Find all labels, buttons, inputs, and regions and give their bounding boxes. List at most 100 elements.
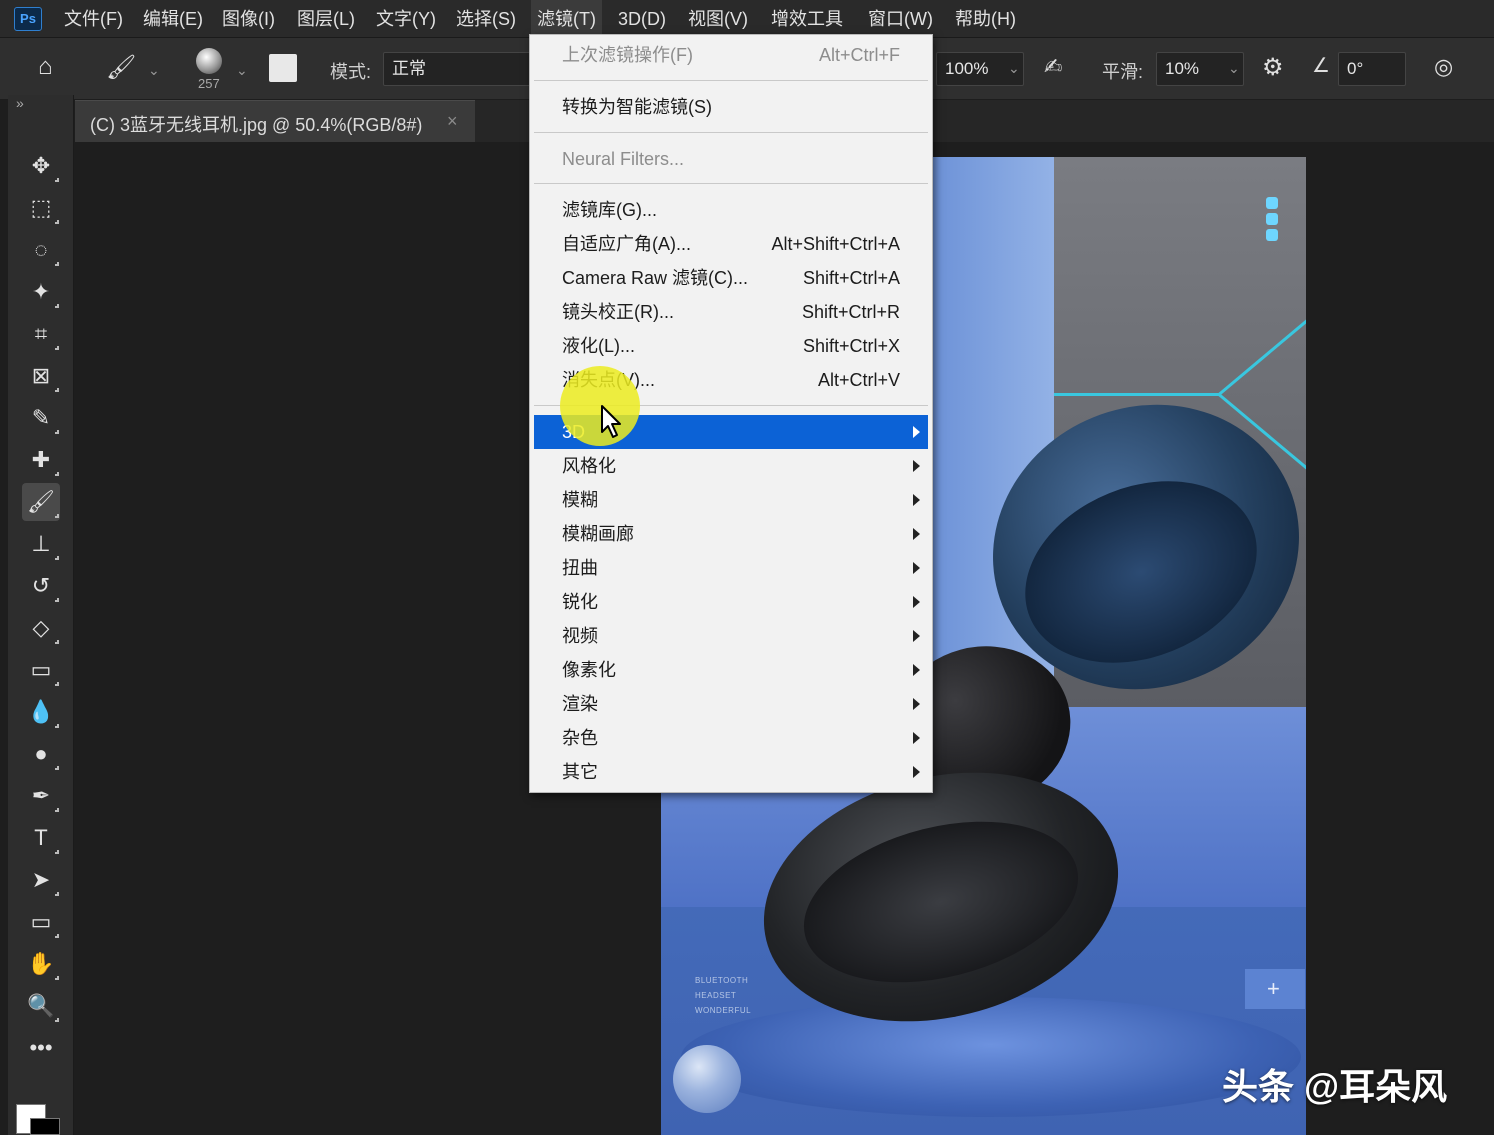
filter-menu-item-shortcut: Alt+Shift+Ctrl+A: [771, 234, 900, 254]
menu-help[interactable]: 帮助(H): [949, 0, 1022, 38]
canvas-plus-badge: +: [1245, 969, 1305, 1009]
submenu-arrow-icon: [913, 426, 920, 438]
eraser-tool-icon[interactable]: ◇: [22, 609, 60, 647]
more-tools-icon[interactable]: •••: [22, 1029, 60, 1067]
dodge-tool-icon[interactable]: ●: [22, 735, 60, 773]
filter-menu-item-label: 锐化: [562, 592, 598, 612]
filter-menu-item-label: 镜头校正(R)...: [562, 302, 674, 322]
menu-filter[interactable]: 滤镜(T): [531, 0, 602, 38]
mouse-cursor-icon: [601, 405, 621, 438]
pressure-size-icon[interactable]: ◎: [1434, 56, 1453, 78]
brush-preview-icon[interactable]: [196, 48, 222, 74]
healing-brush-tool-icon[interactable]: ✚: [22, 441, 60, 479]
chevron-down-icon[interactable]: ⌄: [148, 62, 160, 79]
submenu-arrow-icon: [913, 494, 920, 506]
move-tool-icon[interactable]: ✥: [22, 147, 60, 185]
home-icon[interactable]: ⌂: [38, 55, 53, 79]
filter-menu-item[interactable]: 模糊画廊: [534, 517, 928, 551]
tool-group-indicator: [55, 304, 59, 308]
menu-layer[interactable]: 图层(L): [291, 0, 361, 38]
zoom-tool-icon[interactable]: 🔍: [22, 987, 60, 1025]
crop-tool-icon[interactable]: ⌗: [22, 315, 60, 353]
filter-menu-item[interactable]: 渲染: [534, 687, 928, 721]
clone-stamp-tool-icon[interactable]: ⊥: [22, 525, 60, 563]
smoothing-label: 平滑:: [1102, 62, 1144, 82]
filter-menu-item[interactable]: 杂色: [534, 721, 928, 755]
chevron-down-icon[interactable]: ⌄: [236, 62, 248, 79]
close-icon[interactable]: ×: [447, 111, 458, 132]
collapse-toolbox-icon[interactable]: »: [16, 95, 24, 111]
filter-menu-item-label: Camera Raw 滤镜(C)...: [562, 268, 749, 288]
filter-menu-item-shortcut: Alt+Ctrl+F: [818, 45, 900, 65]
filter-menu-item-shortcut: Shift+Ctrl+X: [802, 336, 900, 356]
gradient-tool-icon[interactable]: ▭: [22, 651, 60, 689]
tool-group-indicator: [55, 724, 59, 728]
brush-settings-panel-icon[interactable]: [269, 54, 297, 82]
menu-3d[interactable]: 3D(D): [612, 0, 672, 38]
history-brush-tool-icon[interactable]: ↺: [22, 567, 60, 605]
chevron-down-icon[interactable]: ⌄: [1228, 60, 1240, 77]
filter-menu-item[interactable]: 滤镜库(G)...: [534, 193, 928, 227]
menu-separator: [534, 80, 928, 81]
blend-mode-select[interactable]: 正常: [383, 52, 533, 86]
filter-menu-item-label: 像素化: [562, 660, 616, 680]
tool-group-indicator: [55, 262, 59, 266]
filter-menu-item[interactable]: 模糊: [534, 483, 928, 517]
filter-menu-item[interactable]: 其它: [534, 755, 928, 789]
filter-menu-item[interactable]: 像素化: [534, 653, 928, 687]
filter-menu-item-label: 模糊: [562, 490, 598, 510]
tool-group-indicator: [55, 682, 59, 686]
filter-menu-item[interactable]: 视频: [534, 619, 928, 653]
menu-plugins[interactable]: 增效工具: [765, 0, 849, 38]
filter-menu-item-shortcut: Shift+Ctrl+A: [802, 268, 900, 288]
filter-menu-item[interactable]: 扭曲: [534, 551, 928, 585]
chevron-down-icon[interactable]: ⌄: [1008, 60, 1020, 77]
filter-menu-item[interactable]: 自适应广角(A)... Alt+Shift+Ctrl+A: [534, 227, 928, 261]
submenu-arrow-icon: [913, 630, 920, 642]
filter-menu-item-label: 视频: [562, 626, 598, 646]
filter-menu-item[interactable]: 镜头校正(R)... Shift+Ctrl+R: [534, 295, 928, 329]
tool-group-indicator: [55, 346, 59, 350]
menu-window[interactable]: 窗口(W): [862, 0, 939, 38]
filter-menu-item-label: 模糊画廊: [562, 524, 634, 544]
frame-tool-icon[interactable]: ⊠: [22, 357, 60, 395]
photoshop-logo: Ps: [14, 7, 42, 31]
tool-group-indicator: [55, 178, 59, 182]
brush-preset-icon[interactable]: 🖌: [106, 56, 136, 80]
filter-menu-item-label: Neural Filters...: [562, 149, 685, 169]
filter-menu-item[interactable]: 液化(L)... Shift+Ctrl+X: [534, 329, 928, 363]
type-tool-icon[interactable]: T: [22, 819, 60, 857]
background-color-swatch[interactable]: [30, 1118, 60, 1135]
angle-field[interactable]: 0°: [1338, 52, 1406, 86]
menu-image[interactable]: 图像(I): [216, 0, 281, 38]
menu-type[interactable]: 文字(Y): [370, 0, 442, 38]
hand-tool-icon[interactable]: ✋: [22, 945, 60, 983]
document-tab[interactable]: (C) 3蓝牙无线耳机.jpg @ 50.4%(RGB/8#) ×: [75, 100, 475, 142]
menu-view[interactable]: 视图(V): [682, 0, 754, 38]
path-selection-tool-icon[interactable]: ➤: [22, 861, 60, 899]
pen-tool-icon[interactable]: ✒: [22, 777, 60, 815]
rectangle-tool-icon[interactable]: ▭: [22, 903, 60, 941]
gear-icon[interactable]: ⚙: [1262, 56, 1284, 80]
filter-menu-item[interactable]: 风格化: [534, 449, 928, 483]
filter-menu-item[interactable]: Camera Raw 滤镜(C)... Shift+Ctrl+A: [534, 261, 928, 295]
marquee-tool-icon[interactable]: ⬚: [22, 189, 60, 227]
filter-menu-item[interactable]: 锐化: [534, 585, 928, 619]
brush-tool-icon[interactable]: 🖌: [22, 483, 60, 521]
lasso-tool-icon[interactable]: ◌: [22, 231, 60, 269]
filter-menu-item-label: 风格化: [562, 456, 616, 476]
menu-file[interactable]: 文件(F): [58, 0, 129, 38]
filter-menu-item-label: 自适应广角(A)...: [562, 234, 691, 254]
airbrush-icon[interactable]: ✍: [1044, 56, 1062, 78]
tool-group-indicator: [55, 766, 59, 770]
menu-select[interactable]: 选择(S): [450, 0, 522, 38]
brush-size-value: 257: [198, 76, 220, 91]
menu-separator: [534, 132, 928, 133]
blur-tool-icon[interactable]: 💧: [22, 693, 60, 731]
menu-edit[interactable]: 编辑(E): [137, 0, 209, 38]
filter-menu-item[interactable]: 转换为智能滤镜(S): [534, 90, 928, 124]
submenu-arrow-icon: [913, 528, 920, 540]
magic-wand-tool-icon[interactable]: ✦: [22, 273, 60, 311]
eyedropper-tool-icon[interactable]: ✎: [22, 399, 60, 437]
filter-menu-item-label: 液化(L)...: [562, 336, 636, 356]
